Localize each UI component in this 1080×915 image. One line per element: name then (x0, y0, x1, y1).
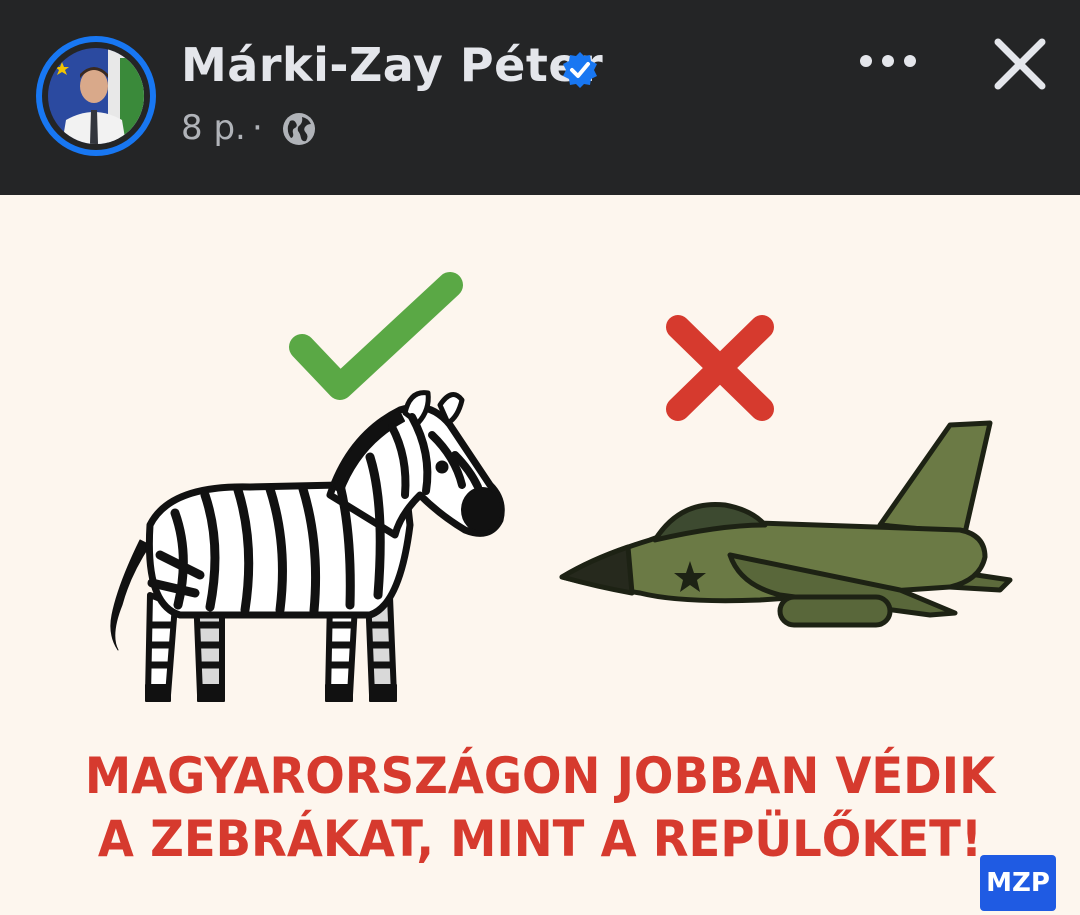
meta-separator: · (252, 108, 263, 148)
mzp-badge: MZP (980, 855, 1056, 911)
fighter-jet-illustration (559, 420, 1013, 628)
caption-line-1: MAGYARORSZÁGON JOBBAN VÉDIK (84, 747, 996, 805)
caption-line-2: A ZEBRÁKAT, MINT A REPÜLŐKET! (97, 810, 983, 868)
close-icon[interactable] (990, 34, 1050, 94)
illustration (110, 272, 1013, 702)
more-options-icon[interactable] (856, 46, 920, 76)
verified-badge-icon (563, 52, 597, 88)
post-timestamp[interactable]: 8 p. (181, 108, 246, 148)
post-header: Márki-Zay Péter 8 p. · (0, 0, 1080, 195)
cross-icon (666, 315, 774, 421)
author-name[interactable]: Márki-Zay Péter (181, 38, 603, 92)
zebra-illustration (110, 390, 505, 702)
globe-icon[interactable] (282, 112, 316, 146)
post-image[interactable]: MAGYARORSZÁGON JOBBAN VÉDIK A ZEBRÁKAT, … (0, 195, 1080, 915)
avatar-photo (48, 48, 144, 144)
check-icon (289, 272, 463, 400)
author-avatar[interactable] (36, 36, 156, 156)
